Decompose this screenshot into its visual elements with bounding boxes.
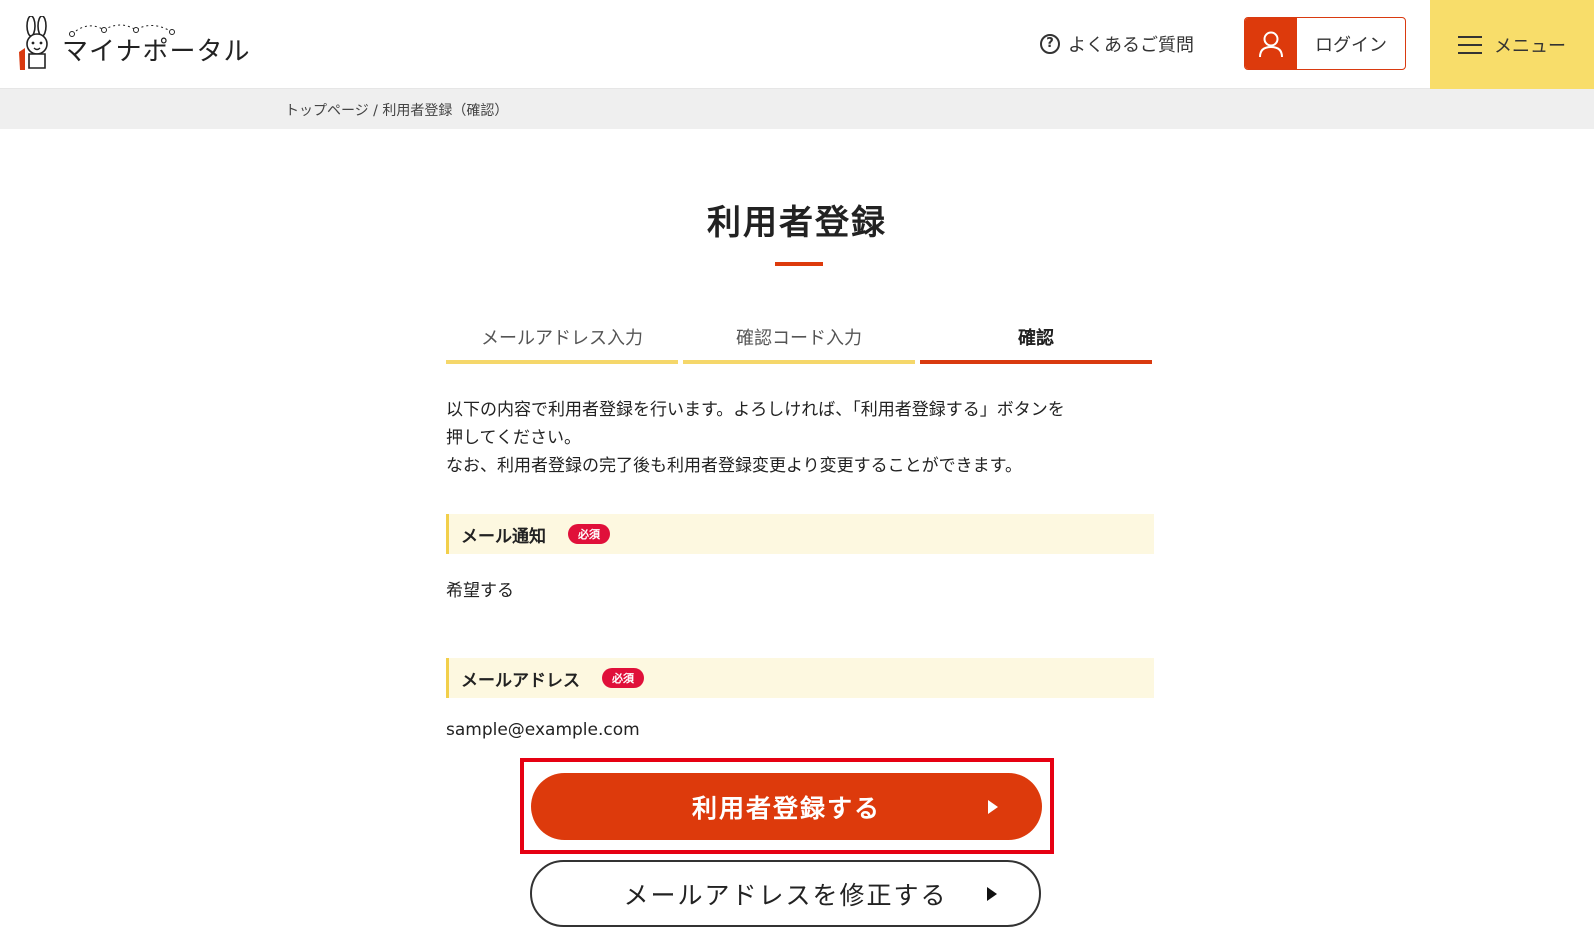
- required-badge: 必須: [602, 668, 644, 688]
- breadcrumb-home-link[interactable]: トップページ: [285, 103, 369, 119]
- login-button[interactable]: ログイン: [1244, 17, 1406, 70]
- intro-line-3: なお、利用者登録の完了後も利用者登録変更より変更することができます。: [446, 456, 1022, 476]
- breadcrumb-separator: /: [368, 103, 383, 119]
- intro-line-2: 押してください。: [446, 428, 581, 448]
- question-circle-icon: ?: [1040, 34, 1060, 54]
- title-underline: [775, 262, 823, 266]
- login-label: ログイン: [1315, 34, 1387, 56]
- menu-button[interactable]: メニュー: [1430, 0, 1594, 89]
- register-button-label: 利用者登録する: [691, 793, 881, 823]
- step-code-input: 確認コード入力: [683, 316, 915, 364]
- field-heading-mail-notification: メール通知 必須: [446, 514, 1154, 554]
- page-title: 利用者登録: [707, 203, 887, 243]
- breadcrumb-current: 利用者登録（確認）: [382, 103, 509, 119]
- mascot-rabbit-icon: [19, 16, 48, 70]
- field-label: メールアドレス: [461, 670, 580, 691]
- faq-link[interactable]: ? よくあるご質問: [1040, 30, 1194, 58]
- register-button[interactable]: 利用者登録する: [531, 773, 1042, 840]
- breadcrumb: トップページ / 利用者登録（確認）: [285, 100, 508, 120]
- step-confirm: 確認: [920, 316, 1152, 364]
- user-icon: [1259, 31, 1283, 57]
- logo-dots-decoration: [69, 24, 175, 37]
- field-label: メール通知: [461, 526, 546, 547]
- login-icon-box: [1245, 18, 1297, 69]
- faq-label: よくあるご質問: [1068, 35, 1194, 56]
- play-arrow-icon: [988, 799, 998, 814]
- intro-line-1: 以下の内容で利用者登録を行います。よろしければ、「利用者登録する」ボタンを: [446, 400, 1065, 420]
- field-heading-email-address: メールアドレス 必須: [446, 658, 1154, 698]
- required-badge: 必須: [568, 524, 610, 544]
- site-header: マイナポータル ? よくあるご質問 ログイン メニュー: [0, 0, 1594, 89]
- field-value-mail-notification: 希望する: [446, 581, 514, 601]
- edit-email-button-label: メールアドレスを修正する: [623, 880, 948, 910]
- progress-steps: メールアドレス入力 確認コード入力 確認: [446, 316, 1152, 364]
- edit-email-button[interactable]: メールアドレスを修正する: [530, 860, 1041, 927]
- step-email-input: メールアドレス入力: [446, 316, 678, 364]
- menu-label: メニュー: [1494, 35, 1566, 57]
- site-logo[interactable]: マイナポータル: [16, 16, 250, 72]
- field-value-email-address: sample@example.com: [446, 720, 640, 740]
- breadcrumb-bar: トップページ / 利用者登録（確認）: [0, 89, 1594, 129]
- hamburger-icon: [1458, 35, 1482, 54]
- intro-text: 以下の内容で利用者登録を行います。よろしければ、「利用者登録する」ボタンを 押し…: [446, 396, 1156, 480]
- play-arrow-icon: [987, 886, 997, 901]
